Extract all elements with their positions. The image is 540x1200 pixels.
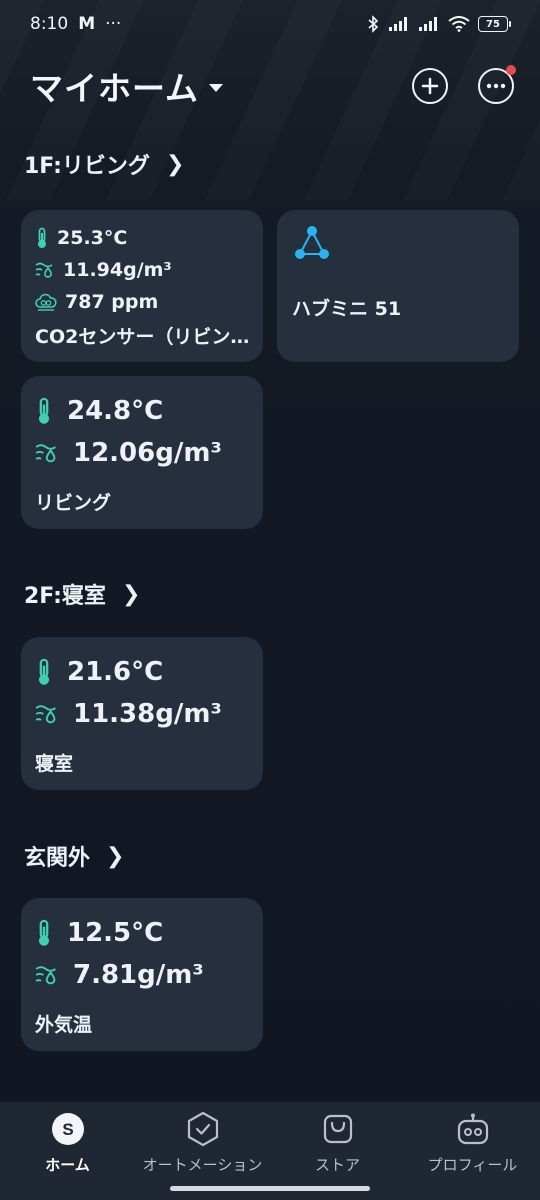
caret-down-icon [209, 84, 224, 92]
temperature-value: 21.6°C [67, 657, 164, 687]
nav-label: ストア [314, 1156, 360, 1174]
home-screen: 8:10 M ··· 75 マイホーム 1F:リビング ❯ 25.3°C 11.… [0, 0, 540, 1200]
chevron-right-icon: ❯ [121, 581, 141, 607]
humidity-row: 11.94g/m³ [35, 254, 251, 286]
co2-cloud-icon [35, 292, 57, 312]
device-name: ハブミニ 51 [292, 298, 402, 320]
status-bar: 8:10 M ··· 75 [0, 0, 540, 48]
nav-label: オートメーション [142, 1156, 263, 1174]
notification-dot [506, 65, 516, 75]
add-button[interactable] [412, 68, 448, 104]
humidity-value: 11.38g/m³ [73, 699, 222, 729]
device-name: 寝室 [35, 753, 74, 775]
humidity-value: 11.94g/m³ [63, 259, 172, 281]
co2-row: 787 ppm [35, 286, 251, 318]
humidity-row: 11.38g/m³ [35, 693, 249, 735]
humidity-icon [35, 441, 59, 465]
temperature-value: 25.3°C [57, 227, 128, 249]
device-name: 外気温 [35, 1014, 93, 1036]
humidity-row: 7.81g/m³ [35, 954, 249, 996]
temperature-row: 12.5°C [35, 912, 249, 954]
wifi-icon [448, 16, 470, 32]
bluetooth-icon [366, 15, 380, 33]
section-header-1f[interactable]: 1F:リビング ❯ [24, 148, 184, 180]
co2-value: 787 ppm [65, 291, 159, 313]
chevron-right-icon: ❯ [106, 843, 125, 869]
nav-label: プロフィール [427, 1156, 518, 1174]
plus-icon [421, 77, 439, 95]
humidity-icon [35, 702, 59, 726]
humidity-icon [35, 963, 59, 987]
more-dots-icon [486, 83, 506, 89]
signal-icon [388, 16, 410, 32]
device-card-outside[interactable]: 12.5°C 7.81g/m³ 外気温 [21, 898, 263, 1051]
section-header-entrance-outside[interactable]: 玄関外 ❯ [24, 840, 124, 872]
humidity-value: 7.81g/m³ [73, 960, 204, 990]
page-title: マイホーム [30, 69, 200, 108]
hub-icon [292, 224, 332, 262]
section-title: 1F:リビング [24, 154, 150, 179]
humidity-row: 12.06g/m³ [35, 432, 249, 474]
device-card-living[interactable]: 24.8°C 12.06g/m³ リビング [21, 376, 263, 529]
home-selector[interactable]: マイホーム [30, 62, 224, 110]
nav-profile[interactable]: プロフィール [408, 1110, 538, 1200]
device-name: リビング [35, 492, 112, 514]
section-title: 2F:寝室 [24, 584, 106, 609]
status-time: 8:10 [30, 14, 69, 34]
automation-icon [184, 1110, 222, 1148]
signal-icon-2 [418, 16, 440, 32]
humidity-value: 12.06g/m³ [73, 438, 222, 468]
gesture-home-indicator[interactable] [170, 1186, 370, 1191]
gmail-icon: M [78, 14, 96, 34]
home-s-icon: S [49, 1110, 87, 1148]
thermometer-icon [35, 227, 49, 249]
temperature-row: 21.6°C [35, 651, 249, 693]
temperature-row: 24.8°C [35, 390, 249, 432]
device-card-hub-mini[interactable]: ハブミニ 51 [277, 210, 519, 362]
temperature-row: 25.3°C [35, 222, 251, 254]
thermometer-icon [35, 397, 53, 425]
humidity-icon [35, 260, 55, 280]
more-notifications-icon: ··· [105, 14, 122, 34]
profile-robot-icon [454, 1110, 492, 1148]
device-card-bedroom[interactable]: 21.6°C 11.38g/m³ 寝室 [21, 637, 263, 790]
more-button[interactable] [478, 65, 516, 104]
section-header-2f[interactable]: 2F:寝室 ❯ [24, 578, 140, 610]
device-name: CO2センサー（リビング） [35, 326, 251, 348]
chevron-right-icon: ❯ [165, 151, 185, 177]
section-title: 玄関外 [24, 846, 91, 871]
home-badge-letter: S [62, 1120, 73, 1139]
battery-icon: 75 [478, 16, 511, 32]
nav-label: ホーム [45, 1156, 90, 1174]
thermometer-icon [35, 658, 53, 686]
header: マイホーム [0, 58, 540, 114]
store-bag-icon [319, 1110, 357, 1148]
device-card-co2-sensor[interactable]: 25.3°C 11.94g/m³ 787 ppm CO2センサー（リビング） [21, 210, 263, 362]
nav-home[interactable]: S ホーム [3, 1110, 133, 1200]
temperature-value: 12.5°C [67, 918, 164, 948]
thermometer-icon [35, 919, 53, 947]
temperature-value: 24.8°C [67, 396, 164, 426]
